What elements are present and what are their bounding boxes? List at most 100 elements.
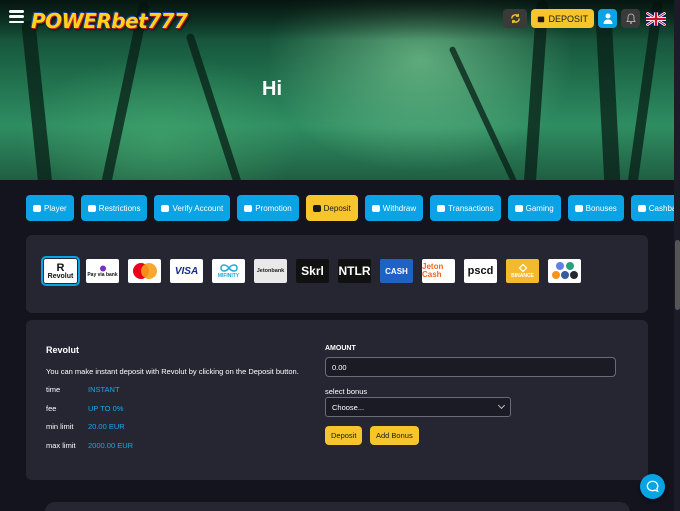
gamepad-icon	[514, 204, 523, 212]
payment-method-label: CASH	[385, 266, 408, 276]
menu-icon[interactable]	[9, 10, 24, 23]
tab-label: Bonuses	[585, 203, 617, 213]
lower-panel	[45, 502, 630, 511]
uk-flag-icon[interactable]	[646, 11, 666, 26]
header-deposit-button[interactable]: DEPOSIT	[531, 9, 594, 28]
refresh-button[interactable]	[503, 9, 528, 28]
users-icon	[87, 204, 96, 212]
detail-key: fee	[46, 404, 57, 413]
infinity-icon	[219, 264, 238, 272]
payment-method-binance[interactable]: BINANCE	[506, 259, 539, 283]
detail-value: 2000.00 EUR	[88, 441, 134, 450]
payment-method-label: Revolut	[47, 272, 74, 280]
detail-key: min limit	[46, 422, 74, 431]
payment-method-crypto[interactable]	[548, 259, 581, 283]
money-icon	[637, 204, 646, 212]
scrollbar-thumb[interactable]	[675, 240, 680, 310]
tab-gaming[interactable]: Gaming	[507, 195, 561, 221]
header-actions: DEPOSIT	[503, 9, 666, 28]
binance-icon	[518, 263, 527, 273]
bonus-select[interactable]: Choose...	[325, 397, 511, 417]
brand-logo[interactable]: POWERbet777	[31, 8, 188, 34]
tab-promotion[interactable]: Promotion	[237, 195, 299, 221]
payment-methods-panel: R Revolut Pay via bank VISA MIFINITY Jet…	[26, 235, 648, 313]
payment-method-visa[interactable]: VISA	[170, 259, 203, 283]
chevron-down-icon	[497, 401, 506, 410]
tab-label: Promotion	[255, 203, 292, 213]
method-description: You can make instant deposit with Revolu…	[46, 367, 299, 376]
payment-method-mifinity[interactable]: MIFINITY	[212, 259, 245, 283]
user-check-icon	[161, 204, 170, 212]
tab-verify-account[interactable]: Verify Account	[154, 195, 231, 221]
revolut-r-glyph: R	[56, 261, 65, 274]
wallet-icon	[371, 204, 380, 212]
payment-method-mastercard[interactable]	[128, 259, 161, 283]
payment-method-label: Jetonbank	[256, 268, 285, 274]
tab-label: Restrictions	[98, 203, 141, 213]
payment-method-label: BINANCE	[511, 273, 534, 279]
user-icon	[33, 204, 41, 212]
payment-method-revolut[interactable]: R Revolut	[41, 256, 80, 286]
payment-method-label: VISA	[174, 265, 199, 277]
tab-label: Player	[44, 203, 67, 213]
detail-value: INSTANT	[88, 385, 120, 394]
bonus-select-value: Choose...	[332, 402, 365, 412]
amount-label: AMOUNT	[325, 345, 356, 352]
payment-method-jeton-cash[interactable]: Jeton Cash	[422, 259, 455, 283]
tab-bonuses[interactable]: Bonuses	[567, 195, 624, 221]
chat-bubble-icon	[646, 480, 659, 493]
wallet-icon	[538, 16, 545, 22]
detail-key: time	[46, 385, 61, 394]
payment-method-label: Pay via bank	[87, 271, 118, 278]
header-deposit-label: DEPOSIT	[548, 13, 588, 24]
detail-fee: fee UP TO 0%	[46, 404, 123, 413]
deposit-button[interactable]: Deposit	[325, 426, 363, 445]
payment-method-cashtocode[interactable]: CASH	[380, 259, 413, 283]
greeting-title: Hi	[262, 78, 282, 100]
method-title: Revolut	[46, 345, 80, 355]
bonus-label: select bonus	[325, 387, 368, 396]
tab-label: Deposit	[323, 203, 351, 213]
users-icon	[244, 204, 253, 212]
hero-banner: POWERbet777 DEPOSIT Hi	[0, 0, 680, 180]
payment-method-jetonbank[interactable]: Jetonbank	[254, 259, 287, 283]
payment-method-paysafecard[interactable]: pscd	[464, 259, 497, 283]
tab-deposit[interactable]: Deposit	[305, 195, 358, 221]
payment-method-label: Jeton Cash	[422, 262, 444, 279]
payment-method-list: R Revolut Pay via bank VISA MIFINITY Jet…	[41, 256, 581, 286]
payment-method-neteller[interactable]: NTLR	[338, 259, 371, 283]
payment-method-pay-via-bank[interactable]: Pay via bank	[86, 259, 119, 283]
payment-method-label: Skrl	[301, 264, 324, 278]
payment-method-label: pscd	[467, 265, 494, 277]
refresh-icon	[511, 13, 520, 24]
payment-method-skrill[interactable]: Skrl	[296, 259, 329, 283]
crypto-coins-icon	[551, 262, 578, 279]
user-icon	[603, 13, 612, 24]
tab-cashback[interactable]: Cashback	[630, 195, 680, 221]
tab-restrictions[interactable]: Restrictions	[80, 195, 148, 221]
tab-label: Withdraw	[382, 203, 417, 213]
amount-input[interactable]	[325, 357, 616, 377]
bank-icon	[99, 265, 106, 271]
detail-min-limit: min limit 20.00 EUR	[46, 422, 125, 431]
tree-trunk	[448, 45, 518, 180]
notifications-button[interactable]	[621, 9, 640, 28]
bell-icon	[625, 13, 636, 24]
logo-text: POWERbet777	[31, 9, 188, 33]
add-bonus-button[interactable]: Add Bonus	[370, 426, 419, 445]
payment-method-label: NTLR	[338, 264, 371, 278]
account-button[interactable]	[598, 9, 617, 28]
tab-withdraw[interactable]: Withdraw	[364, 195, 424, 221]
page-scrollbar[interactable]	[674, 0, 680, 511]
mastercard-icon	[132, 263, 157, 279]
tree-trunk	[185, 32, 243, 180]
chat-button[interactable]	[640, 474, 665, 499]
tab-transactions[interactable]: Transactions	[430, 195, 501, 221]
payment-method-label: MIFINITY	[217, 273, 240, 279]
detail-value: 20.00 EUR	[88, 422, 125, 431]
coins-icon	[312, 204, 321, 212]
tab-player[interactable]: Player	[26, 195, 74, 221]
tab-label: Gaming	[525, 203, 554, 213]
account-tabs: Player Restrictions Verify Account Promotio…	[26, 195, 680, 221]
tab-label: Transactions	[448, 203, 494, 213]
